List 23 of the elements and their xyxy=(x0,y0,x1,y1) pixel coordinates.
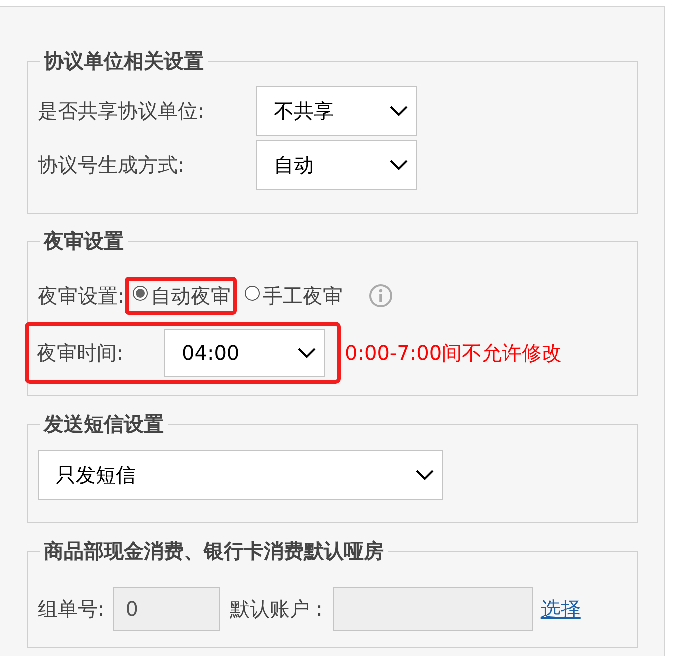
time-dropdown[interactable]: 04:00 xyxy=(164,329,325,377)
section-title: 发送短信设置 xyxy=(42,411,165,437)
field-label: 夜审时间: xyxy=(37,340,125,366)
dropdown[interactable]: 自动 xyxy=(256,140,417,190)
section-title: 商品部现金消费、银行卡消费默认哑房 xyxy=(43,538,385,564)
field-label: 协议号生成方式: xyxy=(38,152,186,178)
info-icon[interactable] xyxy=(368,284,393,308)
dropdown[interactable]: 不共享 xyxy=(256,86,417,136)
dropdown[interactable]: 只发短信 xyxy=(38,450,443,500)
field-label: 是否共享协议单位: xyxy=(38,98,206,124)
section-title: 协议单位相关设置 xyxy=(43,48,205,74)
radio-option[interactable]: 手工夜审 xyxy=(236,277,349,315)
field-label: 默认账户 : xyxy=(230,596,323,622)
warning-text: 0:00-7:00间不允许修改 xyxy=(345,340,562,366)
chevron-down-icon xyxy=(390,160,408,170)
radio-option[interactable]: 自动夜审 xyxy=(124,277,237,315)
select-link[interactable]: 选择 xyxy=(540,596,581,622)
chevron-down-icon xyxy=(416,470,434,480)
field-label: 夜审设置: xyxy=(38,282,125,310)
chevron-down-icon xyxy=(390,106,408,116)
chevron-down-icon xyxy=(298,348,316,358)
section-title: 夜审设置 xyxy=(42,228,125,254)
field-label: 组单号: xyxy=(38,596,105,622)
